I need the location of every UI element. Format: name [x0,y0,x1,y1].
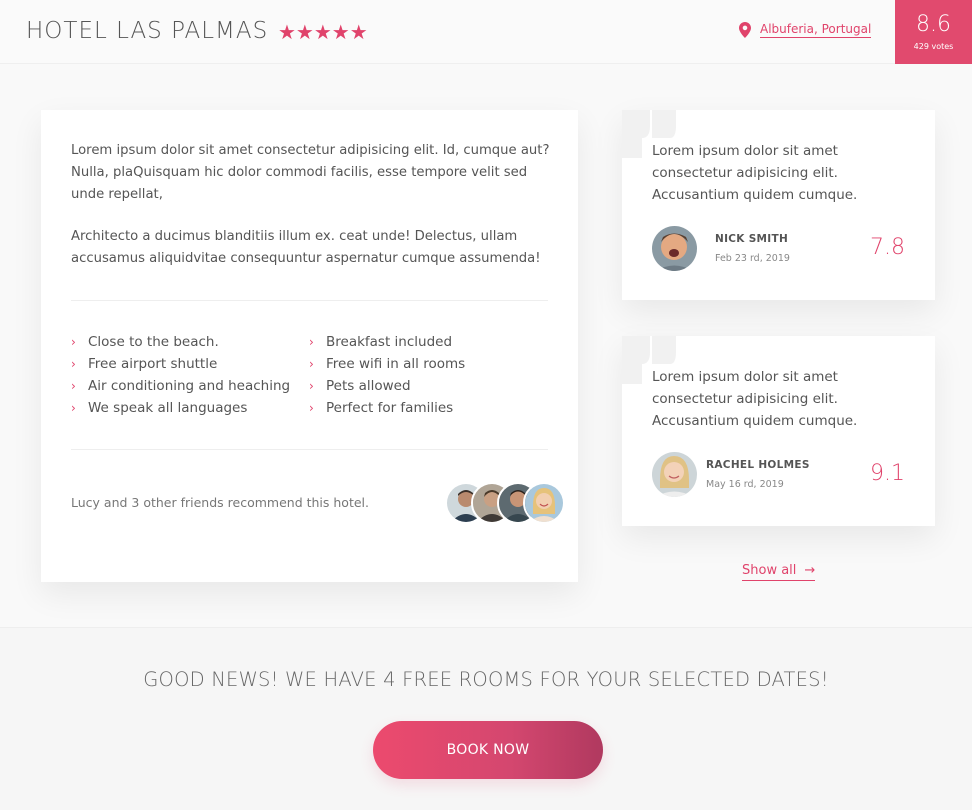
friend-avatars [445,482,569,524]
feature-label: Breakfast included [326,334,453,350]
review-date: May 16 rd, 2019 [706,479,784,490]
feature-item: › Pets allowed [309,375,465,397]
chevron-right-icon: › [309,379,314,393]
feature-label: Perfect for families [326,400,454,416]
description-paragraph: Architecto a ducimus blanditiis illum ex… [71,229,541,266]
star-rating: ★★★★★ [278,20,368,44]
chevron-right-icon: › [71,335,76,349]
header: HOTEL LAS PALMAS ★★★★★ Albuferia, Portug… [0,0,972,64]
reviewer-avatar [652,452,697,497]
book-now-button[interactable]: BOOK NOW [373,721,603,779]
feature-label: Close to the beach. [88,334,219,350]
chevron-right-icon: › [309,357,314,371]
review-text: Lorem ipsum dolor sit amet consectetur a… [652,143,858,203]
chevron-right-icon: › [309,401,314,415]
review-card: Lorem ipsum dolor sit amet consectetur a… [622,110,935,300]
location-link[interactable]: Albuferia, Portugal [760,22,872,38]
reviewer-avatar [652,226,697,271]
feature-label: Free wifi in all rooms [326,356,466,372]
divider [71,449,548,450]
show-all-link[interactable]: Show all → [742,563,816,581]
friend-avatar-lucy[interactable] [523,482,565,524]
feature-item: › Air conditioning and heaching [71,375,290,397]
feature-list: › Close to the beach. › Free airport shutt… [71,331,290,419]
feature-item: › Close to the beach. [71,331,290,353]
feature-item: › Perfect for families [309,397,465,419]
feature-label: Free airport shuttle [88,356,218,372]
availability-section: GOOD NEWS! WE HAVE 4 FREE ROOMS FOR YOUR… [0,627,972,810]
divider [71,300,548,301]
review-card: Lorem ipsum dolor sit amet consectetur a… [622,336,935,526]
chevron-right-icon: › [71,357,76,371]
review-score: 7.8 [870,235,905,260]
description-paragraph: Lorem ipsum dolor sit amet consectetur a… [71,143,550,202]
show-all-label: Show all [742,563,797,578]
chevron-right-icon: › [71,379,76,393]
hotel-score: 8.6 [916,12,951,37]
chevron-right-icon: › [309,335,314,349]
review-date: Feb 23 rd, 2019 [715,253,790,264]
feature-label: Pets allowed [326,378,411,394]
map-pin-icon [739,22,751,38]
hotel-description-card: Lorem ipsum dolor sit amet consectetur a… [41,110,578,582]
review-score: 9.1 [870,461,905,486]
friends-recommendation: Lucy and 3 other friends recommend this … [71,495,369,510]
hotel-score-badge: 8.6 429 votes [895,0,972,64]
feature-label: We speak all languages [88,400,248,416]
reviewer-name: NICK SMITH [715,233,789,245]
availability-message: GOOD NEWS! WE HAVE 4 FREE ROOMS FOR YOUR… [143,668,829,691]
vote-count: 429 votes [913,42,954,51]
feature-list: › Breakfast included › Free wifi in all ro… [309,331,465,419]
review-text: Lorem ipsum dolor sit amet consectetur a… [652,369,858,429]
reviewer-name: RACHEL HOLMES [706,459,810,471]
feature-item: › We speak all languages [71,397,290,419]
arrow-right-icon: → [804,563,816,578]
chevron-right-icon: › [71,401,76,415]
feature-label: Air conditioning and heaching [88,378,291,394]
feature-item: › Free wifi in all rooms [309,353,465,375]
location: Albuferia, Portugal [739,22,872,38]
hotel-name: HOTEL LAS PALMAS [26,18,269,44]
feature-item: › Free airport shuttle [71,353,290,375]
feature-item: › Breakfast included [309,331,465,353]
